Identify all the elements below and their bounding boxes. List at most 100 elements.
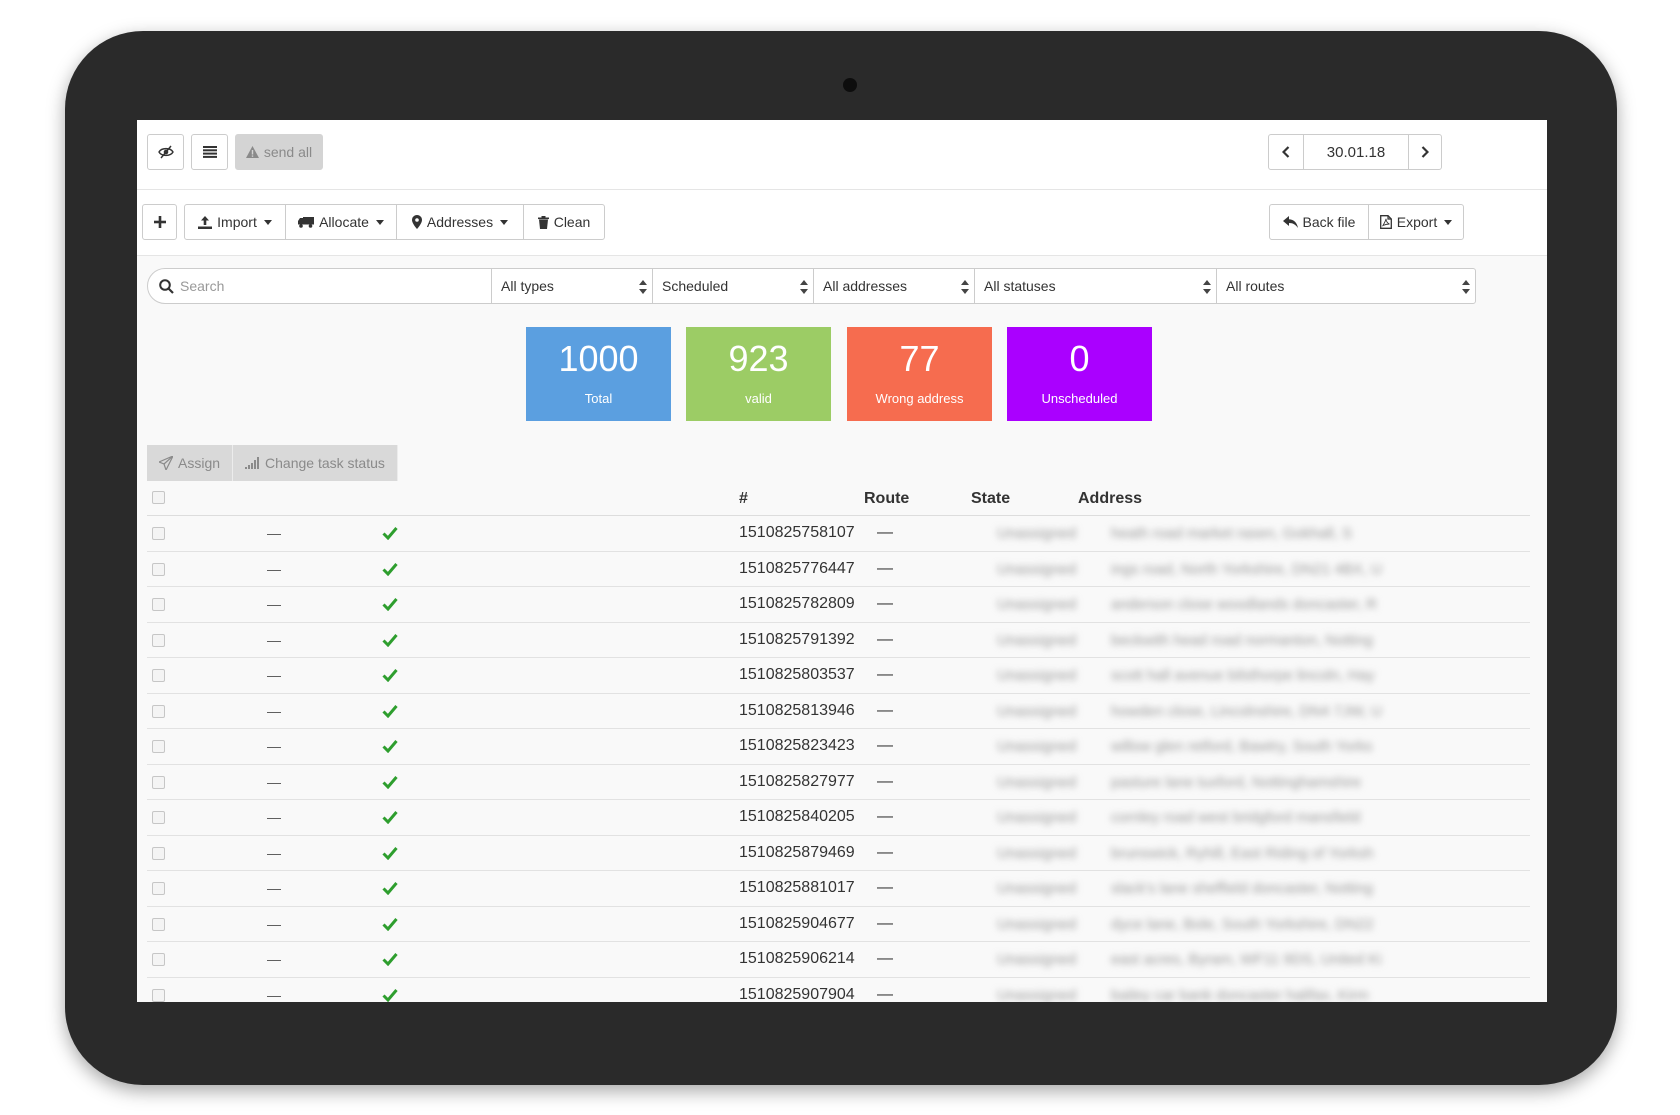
row-dash: — [267,915,281,932]
task-id-cell: 1510825782809 [739,595,855,612]
addresses-label: Addresses [426,214,494,230]
table-row[interactable]: — 1510825881017 — Unassigned slack's lane sh… [147,871,1530,907]
stat-wrong-address-label: Wrong address [875,391,964,406]
table-row[interactable]: — 1510825803537 — Unassigned scott hall aven… [147,658,1530,694]
task-id-cell: 1510825879469 [739,843,855,861]
row-checkbox[interactable] [152,598,165,611]
table-row[interactable]: — 1510825827977 — Unassigned pasture lane tu… [147,765,1530,800]
state-cell: Unassigned [997,702,1077,720]
list-view-button[interactable] [191,134,228,170]
stat-unscheduled[interactable]: 0 Unscheduled [1007,327,1152,421]
search-icon [159,279,174,294]
row-checkbox[interactable] [152,917,165,931]
address-cell: brunswick, Ryhill, East Riding of Yorksh [1111,844,1374,862]
column-header-route: Route [864,490,910,507]
row-checkbox[interactable] [152,846,165,860]
table-row[interactable]: — 1510825791392 — Unassigned beckwith head r… [147,623,1530,658]
warning-icon [245,146,259,158]
table-row[interactable]: — 1510825776447 — Unassigned ings road, Nort… [147,552,1530,587]
row-checkbox[interactable] [152,882,165,895]
row-checkbox[interactable] [152,527,165,540]
row-dash: — [267,844,281,861]
table-row[interactable]: — 1510825823423 — Unassigned willow glen ret… [147,729,1530,765]
task-id-cell: 1510825827977 [739,772,855,790]
row-checkbox[interactable] [152,988,165,1002]
row-checkbox[interactable] [152,562,165,576]
stat-valid[interactable]: 923 valid [686,327,831,421]
check-icon [382,882,398,895]
next-date-button[interactable] [1408,134,1442,170]
stat-total-value: 1000 [558,338,639,379]
table-row[interactable]: — 1510825904677 — Unassigned dyce lane, Bole… [147,907,1530,942]
previous-date-button[interactable] [1268,134,1304,170]
state-cell: Unassigned [997,844,1077,862]
import-label: Import [217,214,257,230]
route-cell: — [877,985,893,1003]
allocate-dropdown-button[interactable]: Allocate [285,204,397,240]
type-filter-select[interactable]: All types [491,268,653,304]
import-dropdown-button[interactable]: Import [184,204,286,240]
route-cell: — [877,914,893,932]
row-checkbox[interactable] [152,633,165,647]
state-cell: Unassigned [997,631,1077,649]
clean-button[interactable]: Clean [523,204,605,240]
table-row[interactable]: — 1510825907904 — Unassigned bailey car bank… [147,978,1530,1003]
route-cell: — [877,879,893,896]
assign-button[interactable]: Assign [147,445,234,481]
task-id-cell: 1510825907904 [739,985,855,1003]
add-task-button[interactable] [142,204,177,240]
row-checkbox[interactable] [152,775,165,789]
address-cell: cornley road west bridgford mansfield [1111,809,1361,826]
address-filter-select[interactable]: All addresses [813,268,975,304]
row-dash: — [267,667,281,683]
table-row[interactable]: — 1510825840205 — Unassigned cornley road we… [147,800,1530,836]
table-row[interactable]: — 1510825906214 — Unassigned east acres, Byr… [147,942,1530,978]
export-dropdown-button[interactable]: Export [1368,204,1464,240]
date-label: 30.01.18 [1326,143,1386,161]
search-input[interactable] [180,269,480,303]
row-checkbox[interactable] [152,669,165,682]
table-row[interactable]: — 1510825758107 — Unassigned heath road mark… [147,516,1530,552]
route-filter-select[interactable]: All routes [1216,268,1476,304]
check-icon [382,988,398,1002]
addresses-dropdown-button[interactable]: Addresses [396,204,524,240]
table-row[interactable]: — 1510825782809 — Unassigned anderson close … [147,587,1530,623]
row-dash: — [267,631,281,648]
caret-down-icon [375,219,384,225]
send-all-label: send all [263,144,313,160]
date-display[interactable]: 30.01.18 [1303,134,1409,170]
send-all-button[interactable]: send all [235,134,323,170]
route-cell: — [877,524,893,541]
assign-label: Assign [178,455,221,471]
select-all-checkbox[interactable] [152,491,165,504]
schedule-filter-select[interactable]: Scheduled [652,268,814,304]
status-filter-select[interactable]: All statuses [974,268,1217,304]
sort-arrows-icon [1462,280,1470,294]
stat-wrong-address[interactable]: 77 Wrong address [847,327,992,421]
toggle-visibility-button[interactable] [147,134,184,170]
stat-valid-label: valid [745,391,772,406]
row-checkbox[interactable] [152,953,165,966]
address-cell: ings road, North Yorkshire, DN21 4BX, U [1111,560,1382,578]
address-cell: beckwith head road normanton, Notting [1111,631,1373,649]
change-task-status-button[interactable]: Change task status [233,445,398,481]
row-checkbox[interactable] [152,704,165,718]
sort-arrows-icon [961,280,969,294]
row-checkbox[interactable] [152,811,165,824]
change-task-status-label: Change task status [265,455,385,471]
reply-icon [1282,216,1298,228]
task-id-cell: 1510825904677 [739,914,855,932]
row-checkbox[interactable] [152,740,165,753]
stat-total[interactable]: 1000 Total [526,327,671,421]
table-row[interactable]: — 1510825813946 — Unassigned howden close, L… [147,694,1530,729]
check-icon [382,740,398,753]
route-cell: — [877,701,893,719]
state-cell: Unassigned [997,560,1077,578]
trash-icon [537,215,549,229]
table-row[interactable]: — 1510825879469 — Unassigned brunswick, Ryhi… [147,836,1530,871]
back-file-button[interactable]: Back file [1269,204,1369,240]
task-id-cell: 1510825803537 [739,666,855,683]
allocate-label: Allocate [319,214,369,230]
route-cell: — [877,559,893,577]
actions-toolbar: Import Allocate Addresses Clean Back fil… [137,190,1547,256]
